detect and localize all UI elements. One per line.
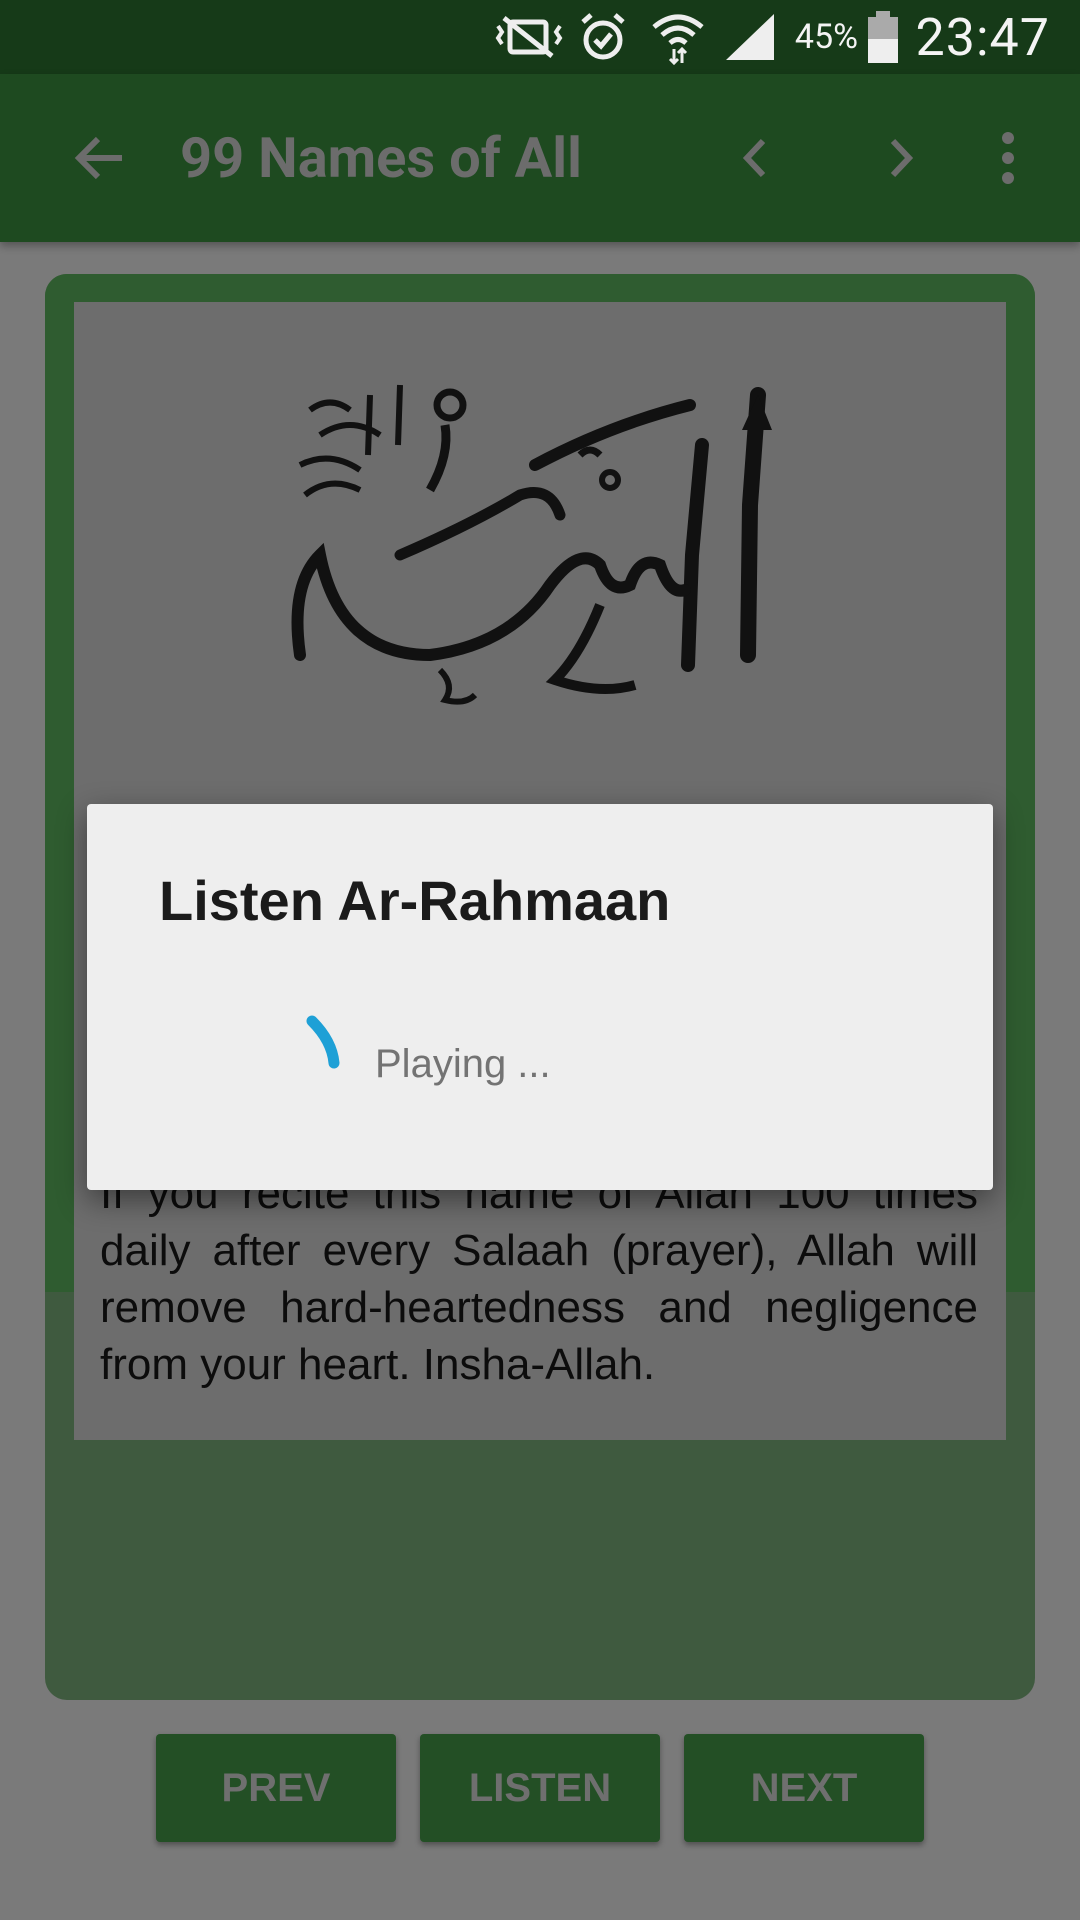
alarm-icon	[578, 0, 628, 74]
dialog-message: Playing ...	[375, 1042, 551, 1086]
app-title: 99 Names of All	[180, 125, 582, 191]
signal-icon	[724, 0, 776, 74]
chevron-left-icon[interactable]	[720, 74, 790, 242]
wifi-icon	[650, 0, 706, 74]
status-time: 23:47	[915, 6, 1050, 68]
description-text: If you recite this name of Allah 100 tim…	[100, 1169, 978, 1389]
next-button[interactable]: NEXT	[684, 1734, 924, 1842]
chevron-right-icon[interactable]	[866, 74, 936, 242]
back-arrow-icon[interactable]	[50, 74, 150, 242]
status-bar: 45% 23:47	[0, 0, 1080, 74]
more-vert-icon[interactable]	[978, 74, 1038, 242]
dialog-title: Listen Ar-Rahmaan	[159, 869, 671, 932]
listen-button[interactable]: LISTEN	[420, 1734, 660, 1842]
listen-dialog: Listen Ar-Rahmaan Playing ...	[87, 804, 993, 1190]
app-bar: 99 Names of All	[0, 74, 1080, 242]
battery-percent: 45%	[794, 17, 858, 57]
progress-spinner-icon	[257, 1009, 357, 1109]
arabic-calligraphy-image	[280, 355, 800, 725]
battery-icon	[866, 0, 900, 74]
prev-button[interactable]: PREV	[156, 1734, 396, 1842]
mute-vibrate-icon	[492, 0, 566, 74]
